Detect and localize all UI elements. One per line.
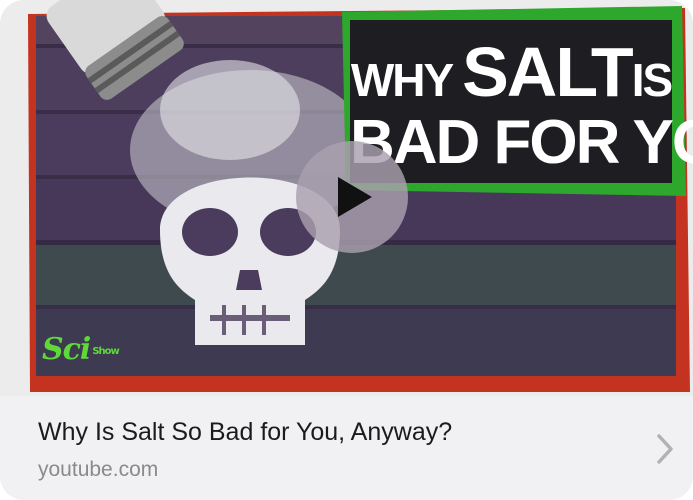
play-icon (338, 177, 372, 217)
play-button[interactable] (296, 141, 408, 253)
thumbnail-headline-line1: WHY SALTIS (350, 33, 673, 111)
link-preview-card[interactable]: WHY SALTIS BAD FOR YOU SciShow Why Is Sa… (0, 0, 693, 500)
link-preview-meta[interactable]: Why Is Salt So Bad for You, Anyway? yout… (0, 396, 693, 500)
link-title: Why Is Salt So Bad for You, Anyway? (38, 418, 453, 446)
link-domain: youtube.com (38, 458, 159, 481)
video-thumbnail[interactable]: WHY SALTIS BAD FOR YOU SciShow (0, 0, 693, 396)
channel-logo: Sci Show (42, 332, 120, 367)
chevron-right-icon[interactable] (655, 433, 675, 465)
thumbnail-headline-plate: WHY SALTIS BAD FOR YOU (350, 20, 693, 183)
